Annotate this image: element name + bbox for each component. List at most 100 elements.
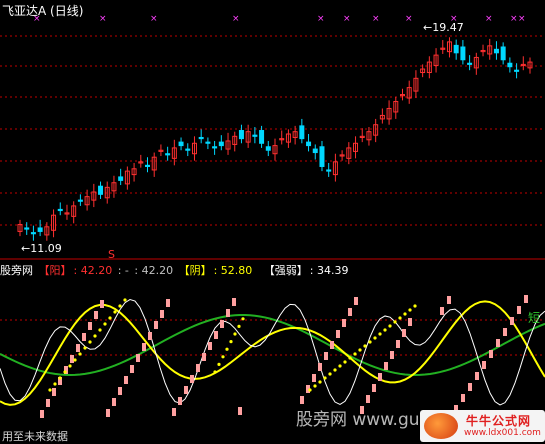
signal-dot [323, 376, 327, 380]
candle-body [30, 232, 36, 235]
watermark-main: 股旁网 www.gu [296, 410, 420, 430]
signal-block [366, 395, 370, 403]
strength-label: 【强弱】 [263, 264, 308, 277]
signal-block [136, 354, 140, 362]
signal-block [496, 339, 500, 347]
signal-block [160, 310, 164, 318]
badge-line2: www.ldx001.com [464, 428, 541, 438]
site-badge[interactable]: 牛牛公式网 www.ldx001.com [420, 410, 545, 442]
signal-block [440, 307, 444, 315]
signal-dot [388, 324, 392, 328]
stock-title: 飞亚达A (日线) [2, 4, 84, 18]
signal-block [214, 331, 218, 339]
high-arrow-icon: ← [423, 21, 433, 34]
signal-dot [348, 356, 352, 360]
candle-body [312, 148, 318, 154]
candle-body [514, 69, 520, 72]
signal-dot [88, 340, 92, 344]
top-marker: × [510, 14, 518, 24]
candle-body [145, 164, 150, 167]
signal-block [336, 330, 340, 338]
top-marker: × [372, 14, 380, 24]
signal-dot [108, 316, 112, 320]
yang-value: : 42.20 [73, 264, 113, 277]
signal-block [70, 355, 74, 363]
candle-body [185, 148, 191, 151]
signal-marker: S [108, 248, 115, 261]
top-marker: × [150, 14, 158, 24]
candle-body [467, 62, 473, 65]
strength-value: : 34.39 [309, 264, 349, 277]
signal-dot [318, 380, 322, 384]
candle-body [306, 141, 312, 147]
price-high-label: ←19.47 [423, 21, 464, 34]
signal-block [396, 340, 400, 348]
signal-dot [393, 320, 397, 324]
candle-body [57, 208, 63, 212]
signal-dot [123, 298, 127, 302]
signal-dot [353, 352, 357, 356]
badge-line1: 牛牛公式网 [466, 414, 532, 428]
site-logo-icon [424, 413, 458, 439]
signal-block [447, 296, 451, 304]
candle-body [218, 141, 224, 147]
candle-body [238, 130, 244, 140]
signal-block [196, 364, 200, 372]
candle-body [24, 227, 30, 230]
signal-block [220, 320, 224, 328]
price-low-label: ←11.09 [21, 242, 62, 255]
signal-dot [241, 317, 245, 321]
signal-dot [333, 368, 337, 372]
signal-dot [383, 328, 387, 332]
top-marker: × [317, 14, 325, 24]
signal-dot [233, 332, 237, 336]
signal-block [378, 373, 382, 381]
candle-body [252, 134, 258, 137]
signal-dot [48, 388, 52, 392]
signal-dot [328, 372, 332, 376]
signal-block [524, 295, 528, 303]
signal-dot [73, 358, 77, 362]
signal-dot [398, 316, 402, 320]
signal-block [208, 342, 212, 350]
top-marker: × [99, 14, 107, 24]
yang-label: 【阳】 [38, 264, 72, 277]
signal-dot [83, 346, 87, 350]
signal-block [489, 350, 493, 358]
signal-block [154, 321, 158, 329]
signal-block [94, 311, 98, 319]
signal-dot [413, 304, 417, 308]
candle-body [198, 136, 204, 140]
signal-dot [229, 340, 233, 344]
signal-dot [53, 382, 57, 386]
candle-body [118, 176, 124, 181]
dash-value: : 42.20 [134, 264, 174, 277]
signal-block [342, 319, 346, 327]
signal-dot [63, 370, 67, 374]
candle-body [205, 141, 211, 144]
signal-block [100, 300, 104, 308]
signal-block [402, 329, 406, 337]
candle-body [165, 153, 171, 156]
signal-dot [98, 328, 102, 332]
signal-block [238, 407, 242, 415]
signal-block [354, 297, 358, 305]
top-marker: × [485, 14, 493, 24]
signal-block [172, 408, 176, 416]
yellow-yin-line [0, 300, 545, 406]
candle-body [460, 46, 466, 61]
yin-label: 【阴】 [178, 264, 212, 277]
signal-dot [237, 324, 241, 328]
signal-block [112, 398, 116, 406]
signal-block [166, 299, 170, 307]
signal-dot [313, 384, 317, 388]
yin-value: : 52.80 [213, 264, 253, 277]
indicator-name: 股旁网 [0, 264, 33, 277]
signal-dot [225, 347, 229, 351]
candle-body [493, 48, 499, 54]
signal-block [372, 384, 376, 392]
signal-dot [358, 348, 362, 352]
signal-block [482, 361, 486, 369]
signal-block [390, 351, 394, 359]
low-arrow-icon: ← [21, 242, 31, 255]
